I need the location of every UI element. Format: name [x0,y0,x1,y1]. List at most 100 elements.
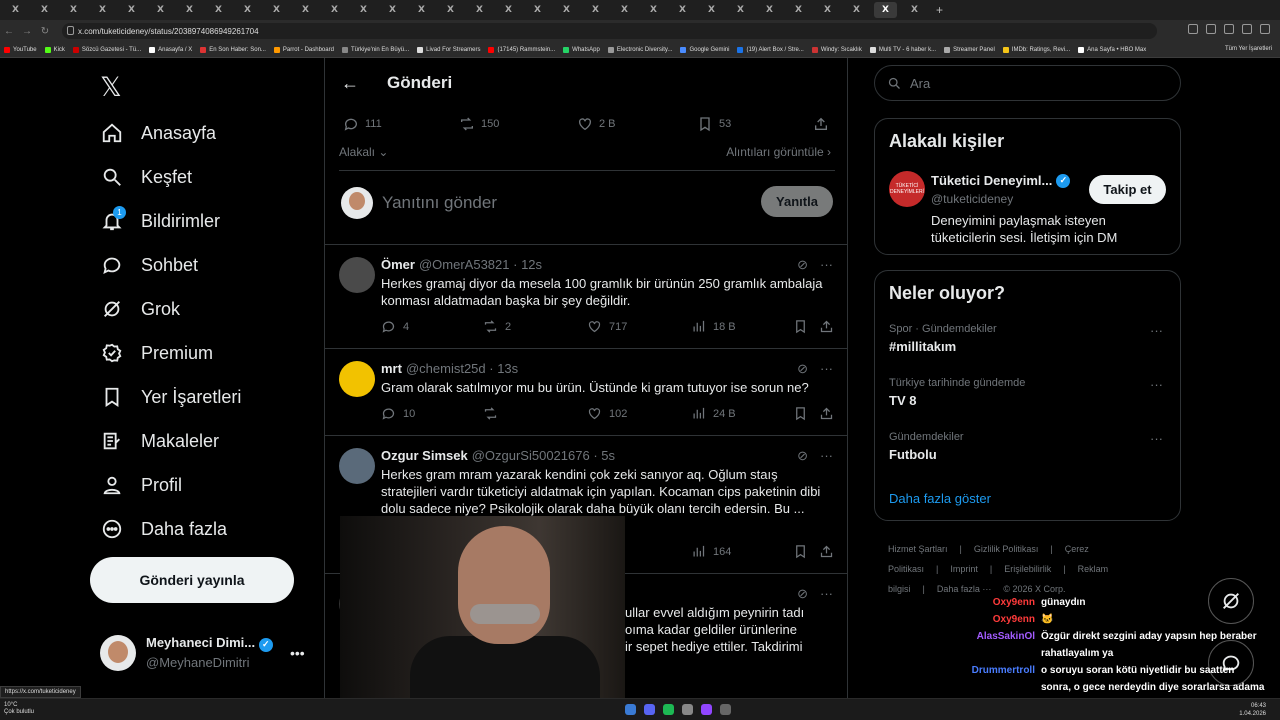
reply-button[interactable]: 10 [381,406,415,421]
browser-tab[interactable]: X [178,2,201,18]
reload-icon[interactable]: ↻ [36,26,54,37]
tweet-author-handle[interactable]: @OmerA53821 [419,257,510,272]
app-icon[interactable] [625,704,636,715]
post-bookmarks-stat[interactable]: 53 [697,116,731,132]
back-arrow-icon[interactable]: ← [341,73,359,94]
browser-tab[interactable]: X [410,2,433,18]
more-dots-icon[interactable]: ••• [290,645,305,661]
avatar[interactable] [339,257,375,293]
nav-item-article[interactable]: Makaleler [100,426,219,456]
app-icon[interactable] [720,704,731,715]
tweet-author-name[interactable]: Ömer [381,257,415,272]
bookmark-item[interactable]: (19) Alert Box / Stre... [737,46,804,53]
view-quotes-link[interactable]: Alıntıları görüntüle › [726,145,831,159]
browser-tab[interactable]: X [207,2,230,18]
reply-tweet[interactable]: Ömer @OmerA53821 · 12s ⊘ ··· Herkes gramaj d… [325,245,847,349]
url-field[interactable]: x.com/tuketicideney/status/2038974086949… [62,23,1157,39]
system-clock[interactable]: 06:43 1.04.2026 [1239,702,1266,718]
browser-tab[interactable]: X [265,2,288,18]
footer-link[interactable]: © 2026 X Corp. [1003,584,1065,594]
related-user-name[interactable]: Tüketici Deneyiml... ✓ [931,173,1071,188]
browser-tab[interactable]: X [91,2,114,18]
search-input[interactable]: Ara [874,65,1181,101]
footer-link[interactable]: Hizmet Şartları [888,544,948,554]
browser-tab[interactable]: X [439,2,462,18]
nav-item-more[interactable]: Daha fazla [100,514,227,544]
bookmark-item[interactable]: Streamer Panel [944,46,995,53]
share-button[interactable] [819,406,841,421]
app-icon[interactable] [682,704,693,715]
browser-tab[interactable]: X [642,2,665,18]
browser-tab[interactable]: X [323,2,346,18]
more-dots-icon[interactable]: ··· [820,257,833,273]
tweet-author-handle[interactable]: @OzgurSi50021676 [472,448,590,463]
browser-tab[interactable]: X [294,2,317,18]
profile-avatar-icon[interactable] [1260,24,1270,34]
post-likes-stat[interactable]: 2 B [577,116,616,132]
new-tab-icon[interactable]: + [936,3,943,17]
browser-tab[interactable]: X [468,2,491,18]
show-more-link[interactable]: Daha fazla göster [889,491,991,506]
cast-icon[interactable] [1188,24,1198,34]
avatar[interactable]: TÜKETİCİ DENEYİMLERİ [889,171,925,207]
post-replies-stat[interactable]: 111 [343,116,382,132]
bookmark-item[interactable]: Ana Sayfa • HBO Max [1078,46,1146,53]
browser-tab[interactable]: X [787,2,810,18]
bookmark-item[interactable]: IMDb: Ratings, Revi... [1002,46,1070,53]
account-switcher[interactable]: Meyhaneci Dimi... ✓ @MeyhaneDimitri ••• [100,635,305,671]
nav-item-search[interactable]: Keşfet [100,162,192,192]
tweet-author-handle[interactable]: @chemist25d [406,361,486,376]
reply-button[interactable]: 4 [381,319,409,334]
views-button[interactable]: 18 B [691,319,736,334]
browser-tab[interactable]: X [555,2,578,18]
browser-tab[interactable]: X [584,2,607,18]
browser-tab-active[interactable]: X [874,2,897,18]
grok-explain-icon[interactable]: ⊘ [797,586,808,602]
reply-sort-dropdown[interactable]: Alakalı ⌄ [339,145,388,159]
post-reposts-stat[interactable]: 150 [459,116,499,132]
footer-link[interactable]: Gizlilik Politikası [974,544,1039,554]
bookmark-item[interactable]: WhatsApp [563,46,600,53]
browser-tab[interactable]: X [613,2,636,18]
tweet-author-name[interactable]: Ozgur Simsek [381,448,468,463]
nav-item-bookmark[interactable]: Yer İşaretleri [100,382,241,412]
reply-tweet[interactable]: mrt @chemist25d · 13s ⊘ ··· Gram olarak satı… [325,349,847,436]
avatar[interactable] [339,448,375,484]
footer-link[interactable]: Erişilebilirlik [1004,564,1051,574]
bookmark-item[interactable]: Livad For Streamers [417,46,480,53]
grok-explain-icon[interactable]: ⊘ [797,448,808,464]
browser-tab[interactable]: X [758,2,781,18]
tweet-author-name[interactable]: mrt [381,361,402,376]
bookmark-item[interactable]: YouTube [4,46,37,53]
browser-tab[interactable]: X [4,2,27,18]
browser-tab[interactable]: X [816,2,839,18]
nav-item-grok[interactable]: Grok [100,294,180,324]
repost-button[interactable]: 2 [483,319,511,334]
follow-button[interactable]: Takip et [1089,175,1166,204]
nav-item-bell[interactable]: 1 Bildirimler [100,206,220,236]
bookmark-item[interactable]: Electronic Diversity... [607,46,672,53]
browser-tab[interactable]: X [62,2,85,18]
bookmark-item[interactable]: Anasayfa / X [149,46,192,53]
all-bookmarks-link[interactable]: Tüm Yer İşaretleri [1225,46,1272,52]
more-dots-icon[interactable]: ··· [820,586,833,602]
footer-link[interactable]: Imprint [950,564,978,574]
more-dots-icon[interactable]: ··· [820,448,833,464]
browser-tab[interactable]: X [352,2,375,18]
bookmark-item[interactable]: Google Gemini [680,46,729,53]
browser-tab[interactable]: X [497,2,520,18]
tweet-time[interactable]: 5s [601,448,615,463]
trend-item[interactable]: Gündemdekiler Futbolu ··· [889,431,1169,462]
bookmark-item[interactable]: En Son Haber: Son... [200,46,266,53]
like-button[interactable]: 102 [587,406,627,421]
trend-item[interactable]: Türkiye tarihinde gündemde TV 8 ··· [889,377,1169,408]
trend-item[interactable]: Spor · Gündemdekiler #millitakım ··· [889,323,1169,354]
reply-button[interactable]: Yanıtla [761,186,833,217]
site-info-icon[interactable] [67,26,74,35]
star-icon[interactable] [1224,24,1234,34]
weather-widget[interactable]: 10°C Çok bulutlu [4,702,34,716]
bookmark-item[interactable]: (17145) Rammstein... [488,46,555,53]
forward-nav-icon[interactable]: → [18,26,36,37]
bookmark-button[interactable] [793,544,815,559]
browser-tab[interactable]: X [671,2,694,18]
